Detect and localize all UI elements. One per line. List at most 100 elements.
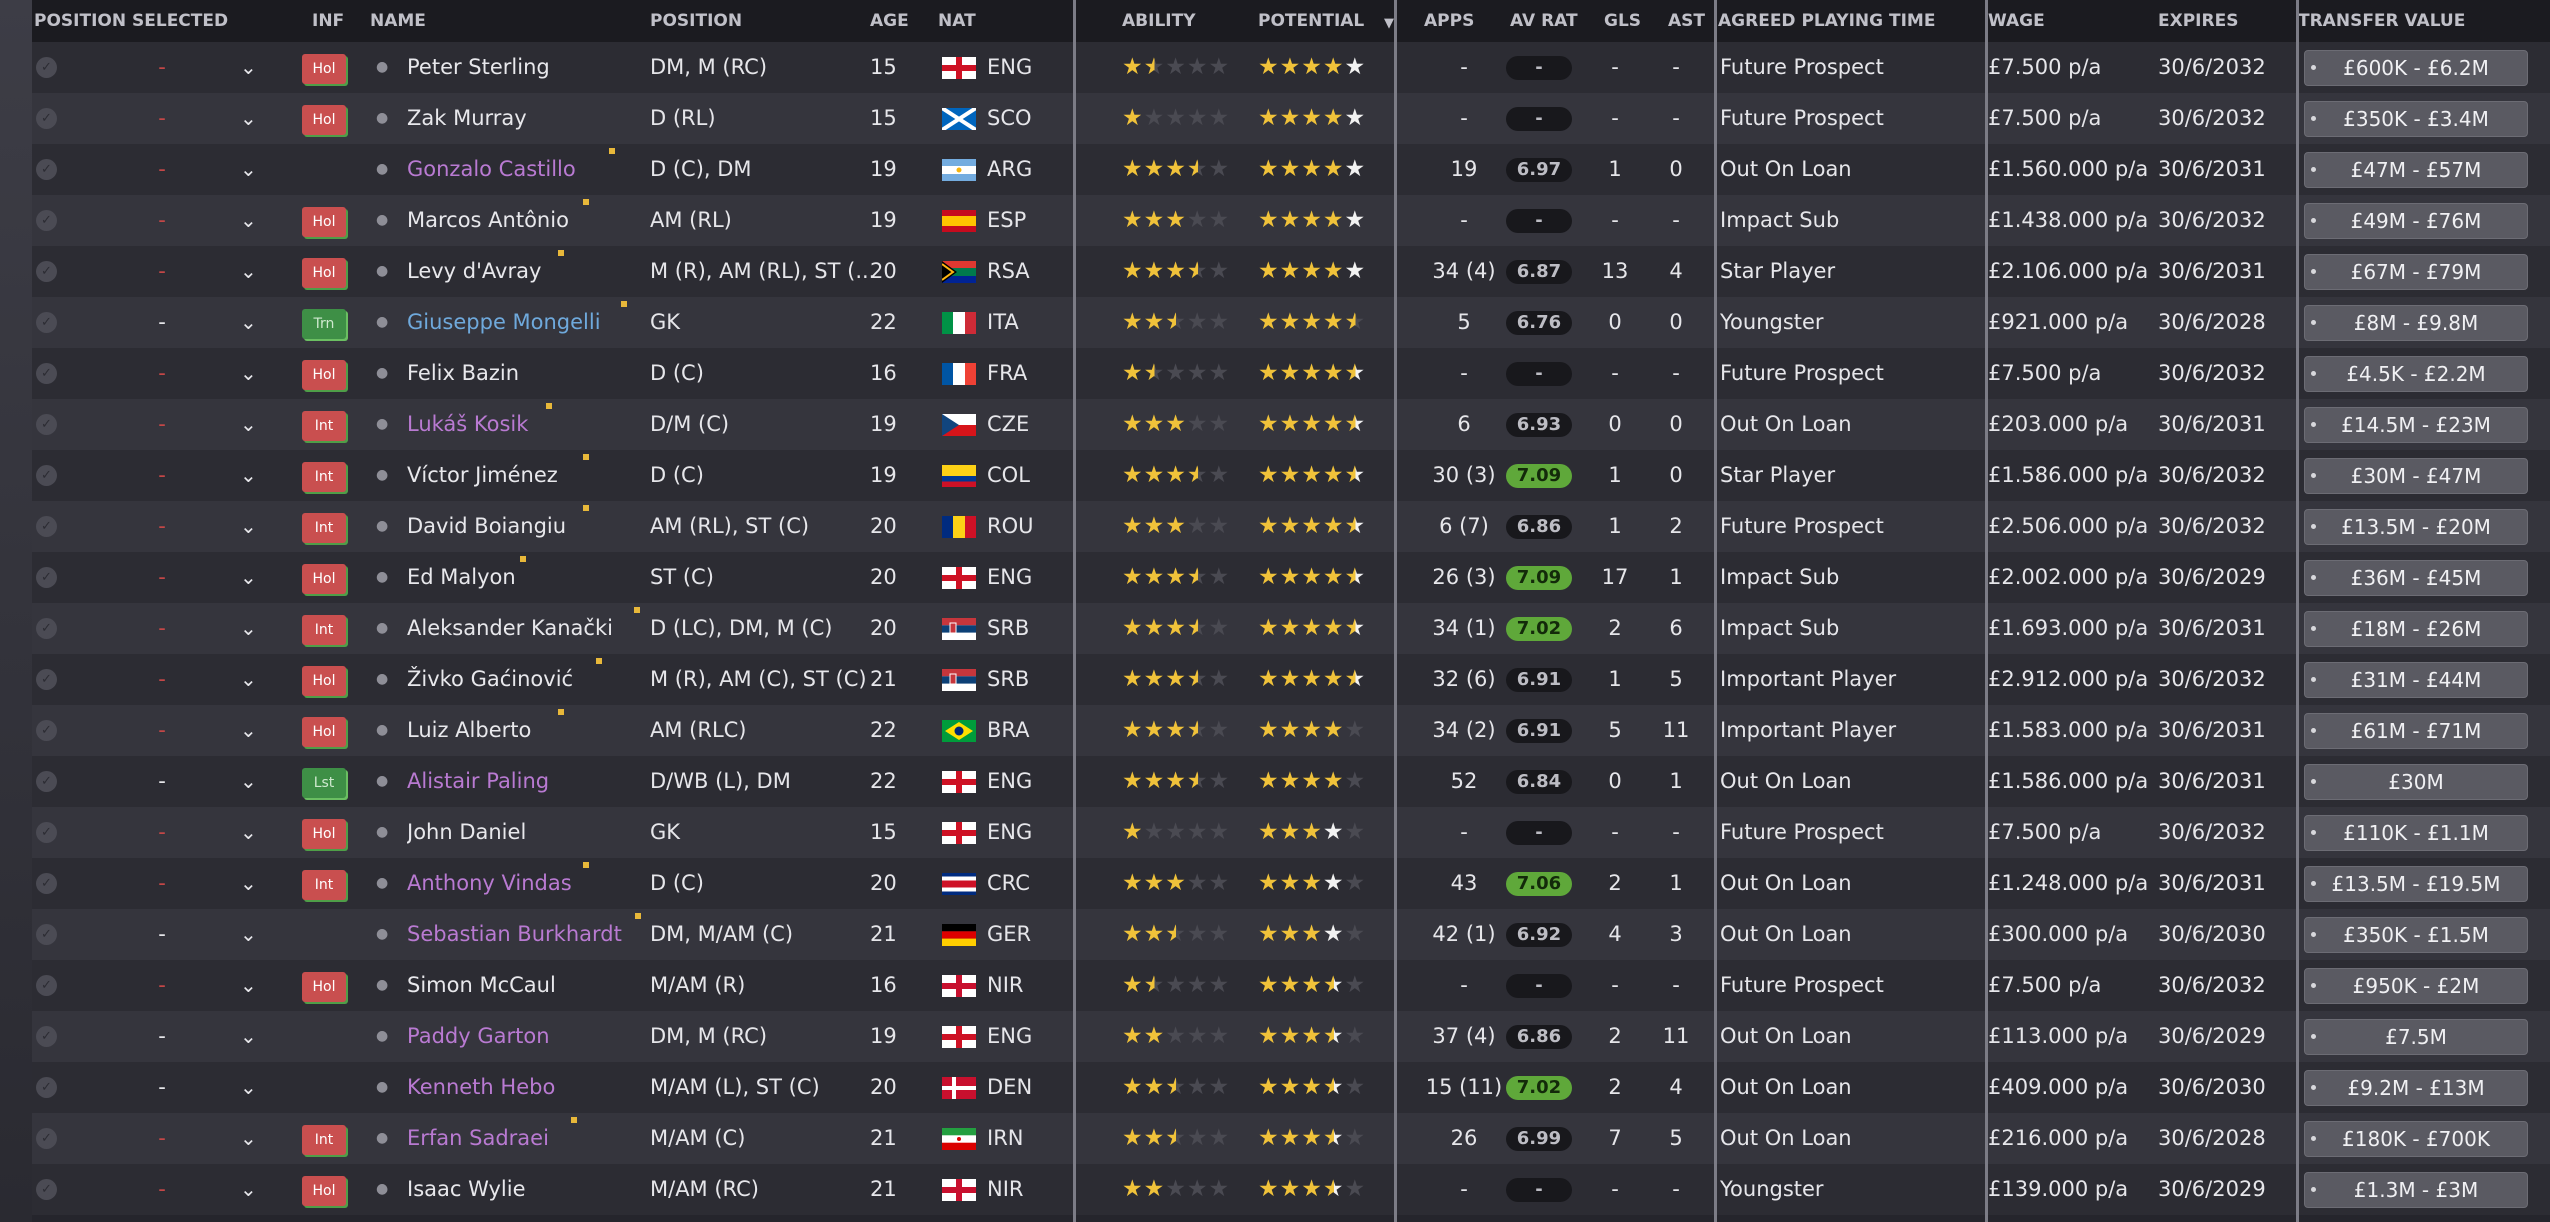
info-badge[interactable]: Hol [302, 666, 346, 696]
player-name[interactable]: Aleksander Kanački [407, 603, 647, 654]
header-apps[interactable]: APPS [1424, 0, 1474, 42]
row-select-check-icon[interactable]: ✓ [36, 1179, 57, 1200]
row-select-check-icon[interactable]: ✓ [36, 1077, 57, 1098]
info-badge[interactable]: Hol [302, 972, 346, 1002]
header-expires[interactable]: EXPIRES [2158, 0, 2238, 42]
player-name[interactable]: Luiz Alberto [407, 705, 647, 756]
transfer-value-button[interactable]: £13.5M - £20M [2304, 509, 2528, 545]
info-badge[interactable]: Int [302, 411, 346, 441]
player-name[interactable]: Peter Sterling [407, 42, 647, 93]
transfer-value-button[interactable]: £950K - £2M [2304, 968, 2528, 1004]
player-name[interactable]: Živko Gaćinović [407, 654, 647, 705]
header-wage[interactable]: WAGE [1988, 0, 2045, 42]
table-row[interactable]: ✓ - ⌄ Trn ● Giuseppe Mongelli GK 22 ITA ★★★★★ ★★★★… [32, 297, 2550, 348]
chevron-down-icon[interactable]: ⌄ [240, 603, 257, 654]
header-ability[interactable]: ABILITY [1122, 0, 1196, 42]
info-badge[interactable]: Lst [302, 768, 346, 798]
player-name[interactable]: Lukáš Kosik [407, 399, 647, 450]
player-name[interactable]: Giuseppe Mongelli [407, 297, 647, 348]
chevron-down-icon[interactable]: ⌄ [240, 858, 257, 909]
row-select-check-icon[interactable]: ✓ [36, 924, 57, 945]
row-select-check-icon[interactable]: ✓ [36, 210, 57, 231]
row-select-check-icon[interactable]: ✓ [36, 312, 57, 333]
row-select-check-icon[interactable]: ✓ [36, 720, 57, 741]
sort-descending-icon[interactable]: ▼ [1384, 3, 1394, 45]
transfer-value-button[interactable]: £4.5K - £2.2M [2304, 356, 2528, 392]
transfer-value-button[interactable]: £350K - £1.5M [2304, 917, 2528, 953]
transfer-value-button[interactable]: £110K - £1.1M [2304, 815, 2528, 851]
row-select-check-icon[interactable]: ✓ [36, 771, 57, 792]
chevron-down-icon[interactable]: ⌄ [240, 501, 257, 552]
transfer-value-button[interactable]: £1.3M - £3M [2304, 1172, 2528, 1208]
info-badge[interactable]: Int [302, 1125, 346, 1155]
header-gls[interactable]: GLS [1604, 0, 1641, 42]
info-badge[interactable]: Trn [302, 309, 346, 339]
table-row[interactable]: ✓ - ⌄ Hol ● Ed Malyon ST (C) 20 ENG ★★★★★ ★★★★★ 26 … [32, 552, 2550, 603]
player-name[interactable]: Erfan Sadraei [407, 1113, 647, 1164]
table-row[interactable]: ✓ - ⌄ ● Sebastian Burkhardt DM, M/AM (C) 21 GER… [32, 909, 2550, 960]
table-row[interactable]: ✓ - ⌄ Hol ● Levy d'Avray M (R), AM (RL), ST (.… [32, 246, 2550, 297]
transfer-value-button[interactable]: £61M - £71M [2304, 713, 2528, 749]
chevron-down-icon[interactable]: ⌄ [240, 1164, 257, 1215]
row-select-check-icon[interactable]: ✓ [36, 516, 57, 537]
info-badge[interactable]: Int [302, 513, 346, 543]
chevron-down-icon[interactable]: ⌄ [240, 144, 257, 195]
table-row[interactable]: ✓ - ⌄ Hol ● Luiz Alberto AM (RLC) 22 BRA ★★★★★ ★★★… [32, 705, 2550, 756]
chevron-down-icon[interactable]: ⌄ [240, 348, 257, 399]
header-name[interactable]: NAME [370, 0, 426, 42]
info-badge[interactable]: Hol [302, 54, 346, 84]
info-badge[interactable]: Hol [302, 360, 346, 390]
transfer-value-button[interactable]: £18M - £26M [2304, 611, 2528, 647]
chevron-down-icon[interactable]: ⌄ [240, 705, 257, 756]
row-select-check-icon[interactable]: ✓ [36, 567, 57, 588]
info-badge[interactable]: Hol [302, 1176, 346, 1206]
row-select-check-icon[interactable]: ✓ [36, 822, 57, 843]
chevron-down-icon[interactable]: ⌄ [240, 909, 257, 960]
header-potential[interactable]: POTENTIAL [1258, 0, 1364, 42]
table-row[interactable]: ✓ - ⌄ Int ● Anthony Vindas D (C) 20 CRC ★★★★★ ★★★★… [32, 858, 2550, 909]
chevron-down-icon[interactable]: ⌄ [240, 756, 257, 807]
player-name[interactable]: Anthony Vindas [407, 858, 647, 909]
row-select-check-icon[interactable]: ✓ [36, 159, 57, 180]
player-name[interactable]: John Daniel [407, 807, 647, 858]
chevron-down-icon[interactable]: ⌄ [240, 1113, 257, 1164]
player-name[interactable]: Alistair Paling [407, 756, 647, 807]
table-row[interactable]: ✓ - ⌄ ● Gonzalo Castillo D (C), DM 19 ARG ★★★★★ ★… [32, 144, 2550, 195]
transfer-value-button[interactable]: £350K - £3.4M [2304, 101, 2528, 137]
header-transfer-value[interactable]: TRANSFER VALUE [2298, 0, 2465, 42]
player-name[interactable]: Zak Murray [407, 93, 647, 144]
chevron-down-icon[interactable]: ⌄ [240, 450, 257, 501]
info-badge[interactable]: Int [302, 870, 346, 900]
row-select-check-icon[interactable]: ✓ [36, 975, 57, 996]
player-name[interactable]: Ed Malyon [407, 552, 647, 603]
row-select-check-icon[interactable]: ✓ [36, 465, 57, 486]
row-select-check-icon[interactable]: ✓ [36, 669, 57, 690]
table-row[interactable]: ✓ - ⌄ Int ● Aleksander Kanački D (LC), DM, M (… [32, 603, 2550, 654]
transfer-value-button[interactable]: £49M - £76M [2304, 203, 2528, 239]
info-badge[interactable]: Int [302, 615, 346, 645]
transfer-value-button[interactable]: £180K - £700K [2304, 1121, 2528, 1157]
player-name[interactable]: Simon McCaul [407, 960, 647, 1011]
transfer-value-button[interactable]: £30M - £47M [2304, 458, 2528, 494]
chevron-down-icon[interactable]: ⌄ [240, 1011, 257, 1062]
info-badge[interactable]: Hol [302, 564, 346, 594]
header-position[interactable]: POSITION [650, 0, 742, 42]
info-badge[interactable]: Int [302, 462, 346, 492]
info-badge[interactable]: Hol [302, 105, 346, 135]
chevron-down-icon[interactable]: ⌄ [240, 246, 257, 297]
header-ast[interactable]: AST [1668, 0, 1705, 42]
row-select-check-icon[interactable]: ✓ [36, 1128, 57, 1149]
header-inf[interactable]: INF [312, 0, 344, 42]
table-row[interactable]: ✓ - ⌄ Int ● Lukáš Kosik D/M (C) 19 CZE ★★★★★ ★★★★★… [32, 399, 2550, 450]
table-row[interactable]: ✓ - ⌄ Hol ● Isaac Wylie M/AM (RC) 21 NIR ★★★★★ ★★★… [32, 1164, 2550, 1215]
row-select-check-icon[interactable]: ✓ [36, 618, 57, 639]
transfer-value-button[interactable]: £30M [2304, 764, 2528, 800]
table-row[interactable]: ✓ - ⌄ Hol ● Felix Bazin D (C) 16 FRA ★★★★★ ★★★★★ - -… [32, 348, 2550, 399]
transfer-value-button[interactable]: £36M - £45M [2304, 560, 2528, 596]
table-row[interactable]: ✓ - ⌄ Hol ● John Daniel GK 15 ENG ★★★★★ ★★★★★ - - - - F… [32, 807, 2550, 858]
table-row[interactable]: ✓ - ⌄ Int ● Víctor Jiménez D (C) 19 COL ★★★★★ ★★★★… [32, 450, 2550, 501]
info-badge[interactable]: Hol [302, 717, 346, 747]
player-name[interactable]: Víctor Jiménez [407, 450, 647, 501]
header-position-selected[interactable]: POSITION SELECTED [34, 0, 228, 42]
player-name[interactable]: Isaac Wylie [407, 1164, 647, 1215]
